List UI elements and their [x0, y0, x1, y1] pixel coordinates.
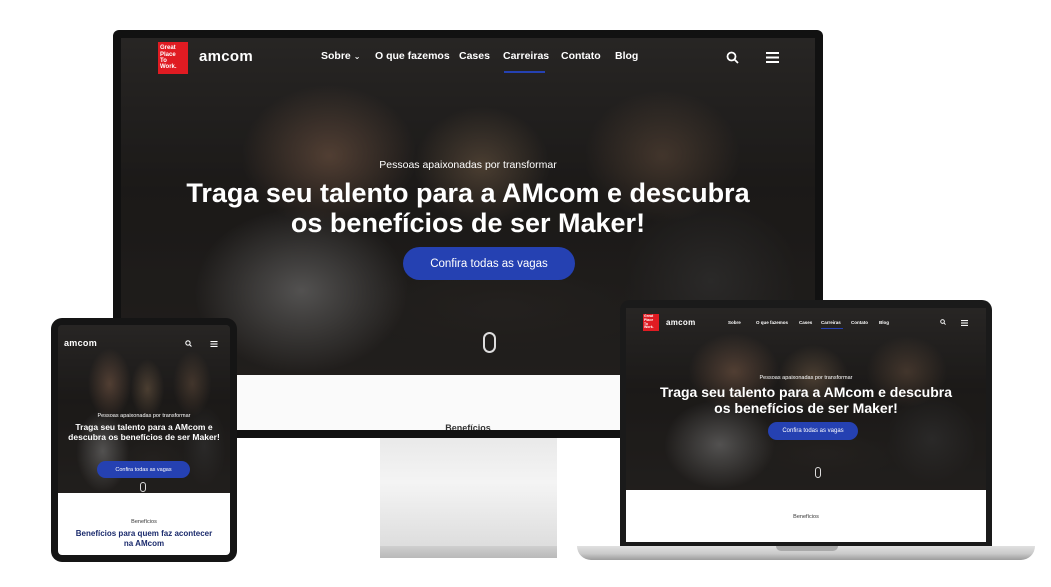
- amcom-logo[interactable]: amcom: [666, 318, 696, 327]
- active-nav-underline: [504, 71, 545, 73]
- monitor-stand-foot: [380, 546, 557, 558]
- laptop-device: Great Place To Work. amcom Sobre O que f…: [620, 300, 992, 550]
- mouse-scroll-icon: [815, 467, 821, 478]
- active-nav-underline: [821, 328, 843, 329]
- cta-view-jobs-button[interactable]: Confira todas as vagas: [97, 461, 190, 478]
- hero-eyebrow: Pessoas apaixonadas por transformar: [759, 375, 853, 381]
- mouse-scroll-icon: [140, 482, 146, 492]
- nav-item-o-que-fazemos[interactable]: O que fazemos: [756, 320, 788, 325]
- nav-item-cases[interactable]: Cases: [459, 50, 490, 62]
- nav-item-contato[interactable]: Contato: [851, 320, 868, 325]
- benefits-section: Benefícios Benefícios para quem faz acon…: [58, 493, 230, 555]
- amcom-logo[interactable]: amcom: [199, 48, 253, 65]
- search-icon[interactable]: [940, 319, 946, 325]
- benefits-section: Benefícios: [626, 490, 986, 542]
- hero-title: Traga seu talento para a AMcom e descubr…: [68, 422, 220, 442]
- nav-item-carreiras[interactable]: Carreiras: [503, 50, 549, 62]
- badge-line: Work.: [160, 64, 177, 71]
- amcom-logo[interactable]: amcom: [64, 338, 97, 348]
- nav-item-carreiras[interactable]: Carreiras: [821, 320, 841, 325]
- hero-eyebrow: Pessoas apaixonadas por transformar: [379, 159, 557, 171]
- badge-line: Work.: [644, 325, 654, 330]
- tablet-hero-section: amcom Pessoas apaixonadas por transforma…: [58, 325, 230, 493]
- nav-item-sobre[interactable]: Sobre ⌄: [321, 50, 360, 62]
- laptop-opening-notch: [776, 546, 838, 551]
- nav-item-sobre[interactable]: Sobre: [728, 320, 741, 325]
- hero-title: Traga seu talento para a AMcom e descubr…: [659, 384, 953, 416]
- benefits-heading: Benefícios: [131, 519, 157, 525]
- mouse-scroll-icon: [483, 332, 496, 353]
- nav-item-label: Sobre: [321, 50, 351, 62]
- chevron-down-icon: ⌄: [353, 52, 361, 61]
- nav-item-cases[interactable]: Cases: [799, 320, 812, 325]
- search-icon[interactable]: [726, 51, 739, 64]
- laptop-hero-section: Great Place To Work. amcom Sobre O que f…: [626, 308, 986, 490]
- cta-view-jobs-button[interactable]: Confira todas as vagas: [768, 422, 858, 440]
- great-place-to-work-badge[interactable]: Great Place To Work.: [158, 42, 188, 74]
- tablet-screen: amcom Pessoas apaixonadas por transforma…: [58, 325, 230, 555]
- great-place-to-work-badge[interactable]: Great Place To Work.: [643, 314, 659, 331]
- benefits-heading: Benefícios: [793, 514, 819, 520]
- nav-item-contato[interactable]: Contato: [561, 50, 601, 62]
- hamburger-menu-icon[interactable]: [961, 320, 968, 326]
- nav-item-o-que-fazemos[interactable]: O que fazemos: [375, 50, 450, 62]
- hero-eyebrow: Pessoas apaixonadas por transformar: [97, 413, 191, 419]
- search-icon[interactable]: [185, 340, 192, 347]
- cta-view-jobs-button[interactable]: Confira todas as vagas: [403, 247, 575, 280]
- benefits-subheading: Benefícios para quem faz acontecer na AM…: [75, 529, 213, 548]
- laptop-screen: Great Place To Work. amcom Sobre O que f…: [626, 308, 986, 542]
- hamburger-menu-icon[interactable]: [766, 52, 779, 63]
- nav-item-blog[interactable]: Blog: [615, 50, 638, 62]
- monitor-stand: [380, 438, 557, 550]
- nav-item-blog[interactable]: Blog: [879, 320, 889, 325]
- hero-title: Traga seu talento para a AMcom e descubr…: [186, 178, 750, 238]
- hamburger-menu-icon[interactable]: [210, 341, 218, 347]
- tablet-device: amcom Pessoas apaixonadas por transforma…: [51, 318, 237, 562]
